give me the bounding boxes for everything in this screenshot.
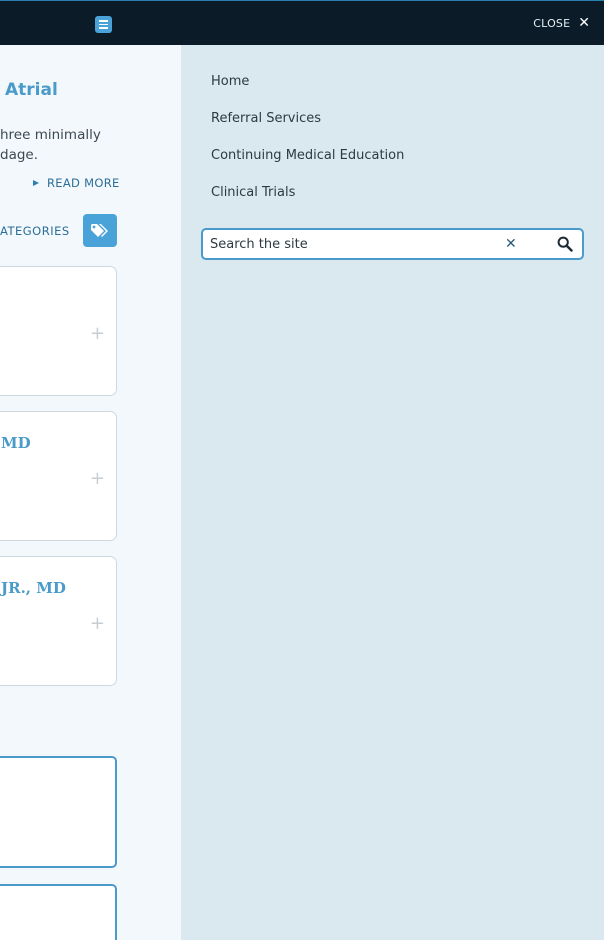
navigation-panel: Home Referral Services Continuing Medica… [181, 45, 604, 940]
nav-item-referral-services[interactable]: Referral Services [211, 111, 321, 126]
excerpt-line: hree minimally [0, 127, 101, 143]
hamburger-menu-icon[interactable] [95, 16, 112, 33]
page-content-background: Atrial hree minimally dage. READ MORE AT… [0, 45, 181, 940]
profile-card[interactable]: + [0, 266, 117, 396]
expand-plus-icon[interactable]: + [90, 615, 105, 633]
search-input[interactable] [210, 235, 490, 253]
top-bar: CLOSE ✕ [0, 0, 604, 45]
menu-line [99, 27, 108, 29]
expand-plus-icon[interactable]: + [90, 325, 105, 343]
profile-name: MD [1, 434, 31, 452]
nav-item-clinical-trials[interactable]: Clinical Trials [211, 185, 295, 200]
nav-item-home[interactable]: Home [211, 74, 249, 89]
read-more-label: READ MORE [47, 176, 120, 190]
menu-line [99, 23, 108, 26]
search-icon[interactable] [557, 236, 573, 252]
clear-icon[interactable]: ✕ [505, 234, 517, 254]
close-menu-button[interactable]: CLOSE ✕ [533, 16, 590, 30]
menu-line [99, 20, 108, 22]
article-title[interactable]: Atrial [5, 80, 58, 100]
excerpt-line: dage. [0, 147, 39, 163]
read-more-link[interactable]: READ MORE [33, 176, 120, 190]
tags-button[interactable] [83, 214, 117, 247]
article-excerpt: hree minimally dage. [0, 125, 101, 165]
expand-plus-icon[interactable]: + [90, 470, 105, 488]
profile-name: JR., MD [1, 579, 66, 597]
close-label: CLOSE [533, 16, 571, 30]
profile-card[interactable]: MD + [0, 411, 117, 541]
search-bar: ✕ [201, 228, 584, 260]
content-box [0, 884, 117, 940]
profile-card[interactable]: JR., MD + [0, 556, 117, 686]
nav-item-continuing-medical-education[interactable]: Continuing Medical Education [211, 148, 404, 163]
categories-label: ATEGORIES [0, 224, 70, 238]
content-box [0, 756, 117, 868]
arrow-right-icon [33, 180, 39, 186]
close-icon: ✕ [578, 15, 590, 31]
tags-icon [91, 223, 108, 237]
